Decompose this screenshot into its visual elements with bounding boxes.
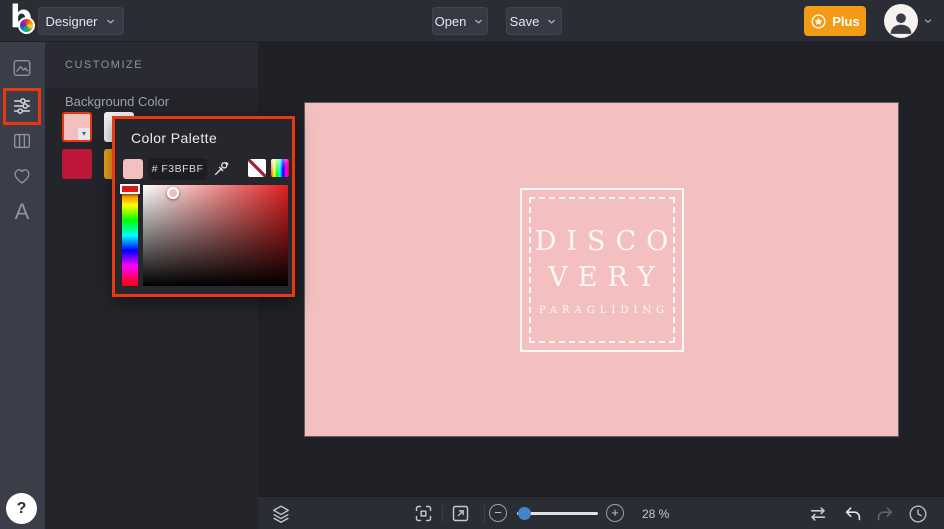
chevron-down-icon (545, 15, 558, 28)
toolbar-divider (442, 505, 443, 522)
plus-upgrade-button[interactable]: Plus (804, 6, 866, 36)
tool-rail: A ? (0, 42, 45, 529)
no-color-swatch[interactable] (248, 159, 266, 177)
popup-title: Color Palette (131, 130, 217, 146)
annotation-highlight-sliders (3, 88, 41, 125)
zoom-slider[interactable] (517, 503, 598, 523)
help-button[interactable]: ? (6, 493, 37, 524)
save-button[interactable]: Save (506, 7, 562, 35)
star-badge-icon (810, 13, 827, 30)
hue-slider[interactable] (122, 185, 138, 286)
open-button[interactable]: Open (432, 7, 488, 35)
zoom-level-value: 28 % (642, 507, 669, 521)
panel-header: CUSTOMIZE (45, 42, 258, 88)
designer-menu-button[interactable]: Designer (38, 7, 124, 35)
saturation-value-picker[interactable] (143, 185, 288, 286)
hue-slider-marker[interactable] (120, 184, 140, 194)
design-frame-outer: DISCO VERY PARAGLIDING (520, 188, 684, 352)
layers-button[interactable] (270, 503, 292, 525)
bottom-toolbar: − + 28 % (258, 496, 944, 529)
logo-color-wheel-icon (18, 17, 35, 34)
color-picker-handle[interactable] (167, 187, 179, 199)
swatch-pink-selected[interactable]: ▾ (62, 112, 92, 142)
plus-button-label: Plus (832, 14, 859, 29)
eyedropper-icon[interactable] (212, 159, 231, 178)
open-button-label: Open (435, 14, 467, 29)
design-frame-inner-dashed: DISCO VERY PARAGLIDING (529, 197, 675, 343)
design-text-line3: PARAGLIDING (539, 305, 669, 316)
zoom-out-button[interactable]: − (489, 504, 507, 522)
zoom-in-button[interactable]: + (606, 504, 624, 522)
design-text-line1: DISCO (535, 224, 679, 260)
chevron-down-icon (472, 15, 485, 28)
user-avatar (884, 4, 918, 38)
save-button-label: Save (510, 14, 540, 29)
text-tool-icon[interactable]: A (11, 201, 33, 223)
background-color-label: Background Color (65, 94, 169, 109)
layouts-columns-icon[interactable] (11, 130, 33, 152)
workspace: DISCO VERY PARAGLIDING (258, 42, 944, 496)
top-bar: b Designer Open Save Plus (0, 0, 944, 42)
swatch-crimson[interactable] (62, 149, 92, 179)
undo-button[interactable] (842, 503, 864, 525)
toolbar-divider (484, 505, 485, 522)
chevron-down-icon (104, 15, 117, 28)
redo-button[interactable] (874, 503, 896, 525)
graphics-heart-icon[interactable] (11, 165, 33, 187)
design-text-line2: VERY (548, 260, 665, 296)
account-menu-button[interactable] (884, 4, 936, 38)
zoom-slider-knob[interactable] (518, 507, 531, 520)
panel-title: CUSTOMIZE (65, 59, 143, 71)
color-palette-popup: Color Palette (112, 116, 295, 297)
swatch-dropdown-icon[interactable]: ▾ (78, 128, 90, 140)
current-color-swatch[interactable] (123, 159, 143, 179)
designer-menu-label: Designer (45, 14, 97, 29)
full-screen-button[interactable] (450, 503, 472, 525)
color-picker-mode-swatch[interactable] (271, 159, 289, 177)
design-canvas[interactable]: DISCO VERY PARAGLIDING (305, 103, 898, 436)
chevron-down-icon (922, 15, 934, 27)
compare-toggle-button[interactable] (807, 503, 829, 525)
history-button[interactable] (907, 503, 929, 525)
hex-color-input[interactable] (148, 158, 207, 180)
fit-to-screen-button[interactable] (413, 503, 435, 525)
image-manager-icon[interactable] (11, 57, 33, 79)
